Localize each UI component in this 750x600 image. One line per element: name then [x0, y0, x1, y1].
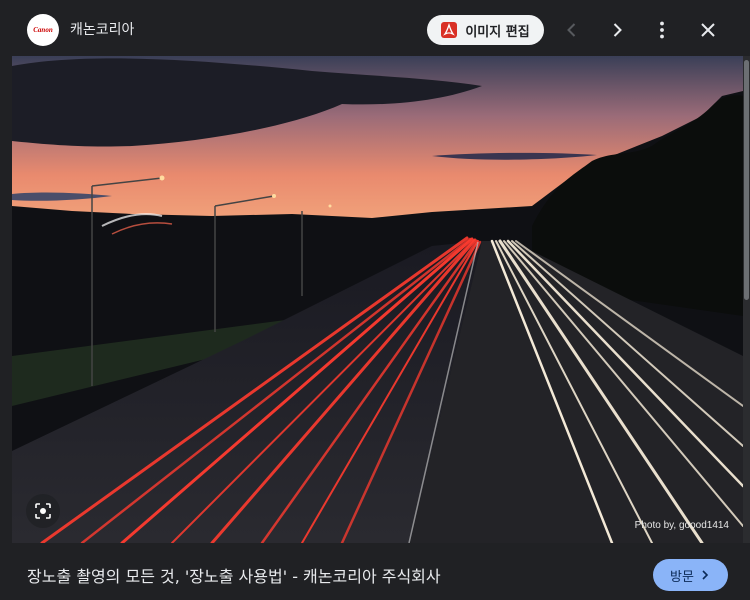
site-name[interactable]: 캐논코리아	[70, 19, 134, 39]
visit-label: 방문	[670, 569, 694, 585]
search-image-button[interactable]	[26, 494, 60, 528]
chevron-right-icon	[702, 570, 709, 580]
pdf-icon	[441, 22, 458, 38]
viewer-header: Canon 캐논코리아 이미지 편집	[0, 0, 750, 56]
photo-credit: Photo by, goood1414	[634, 520, 729, 531]
close-button[interactable]	[696, 18, 720, 42]
edit-image-label: 이미지 편집	[465, 24, 530, 40]
close-icon	[701, 23, 715, 37]
chevron-right-icon	[613, 23, 622, 37]
edit-image-button[interactable]: 이미지 편집	[427, 15, 544, 45]
site-logo[interactable]: Canon	[27, 14, 59, 46]
more-vert-icon	[660, 21, 664, 39]
lens-icon	[35, 503, 51, 519]
highway-light-trails-photo	[12, 56, 743, 543]
previous-button[interactable]	[560, 18, 584, 42]
next-button[interactable]	[605, 18, 629, 42]
preview-image[interactable]: Photo by, goood1414	[12, 56, 743, 543]
chevron-left-icon	[567, 23, 576, 37]
visit-button[interactable]: 방문	[653, 559, 728, 591]
image-caption[interactable]: 장노출 촬영의 모든 것, '장노출 사용법' - 캐논코리아 주식회사	[27, 563, 441, 587]
more-options-button[interactable]	[650, 18, 674, 42]
scrollbar-thumb[interactable]	[744, 60, 749, 300]
